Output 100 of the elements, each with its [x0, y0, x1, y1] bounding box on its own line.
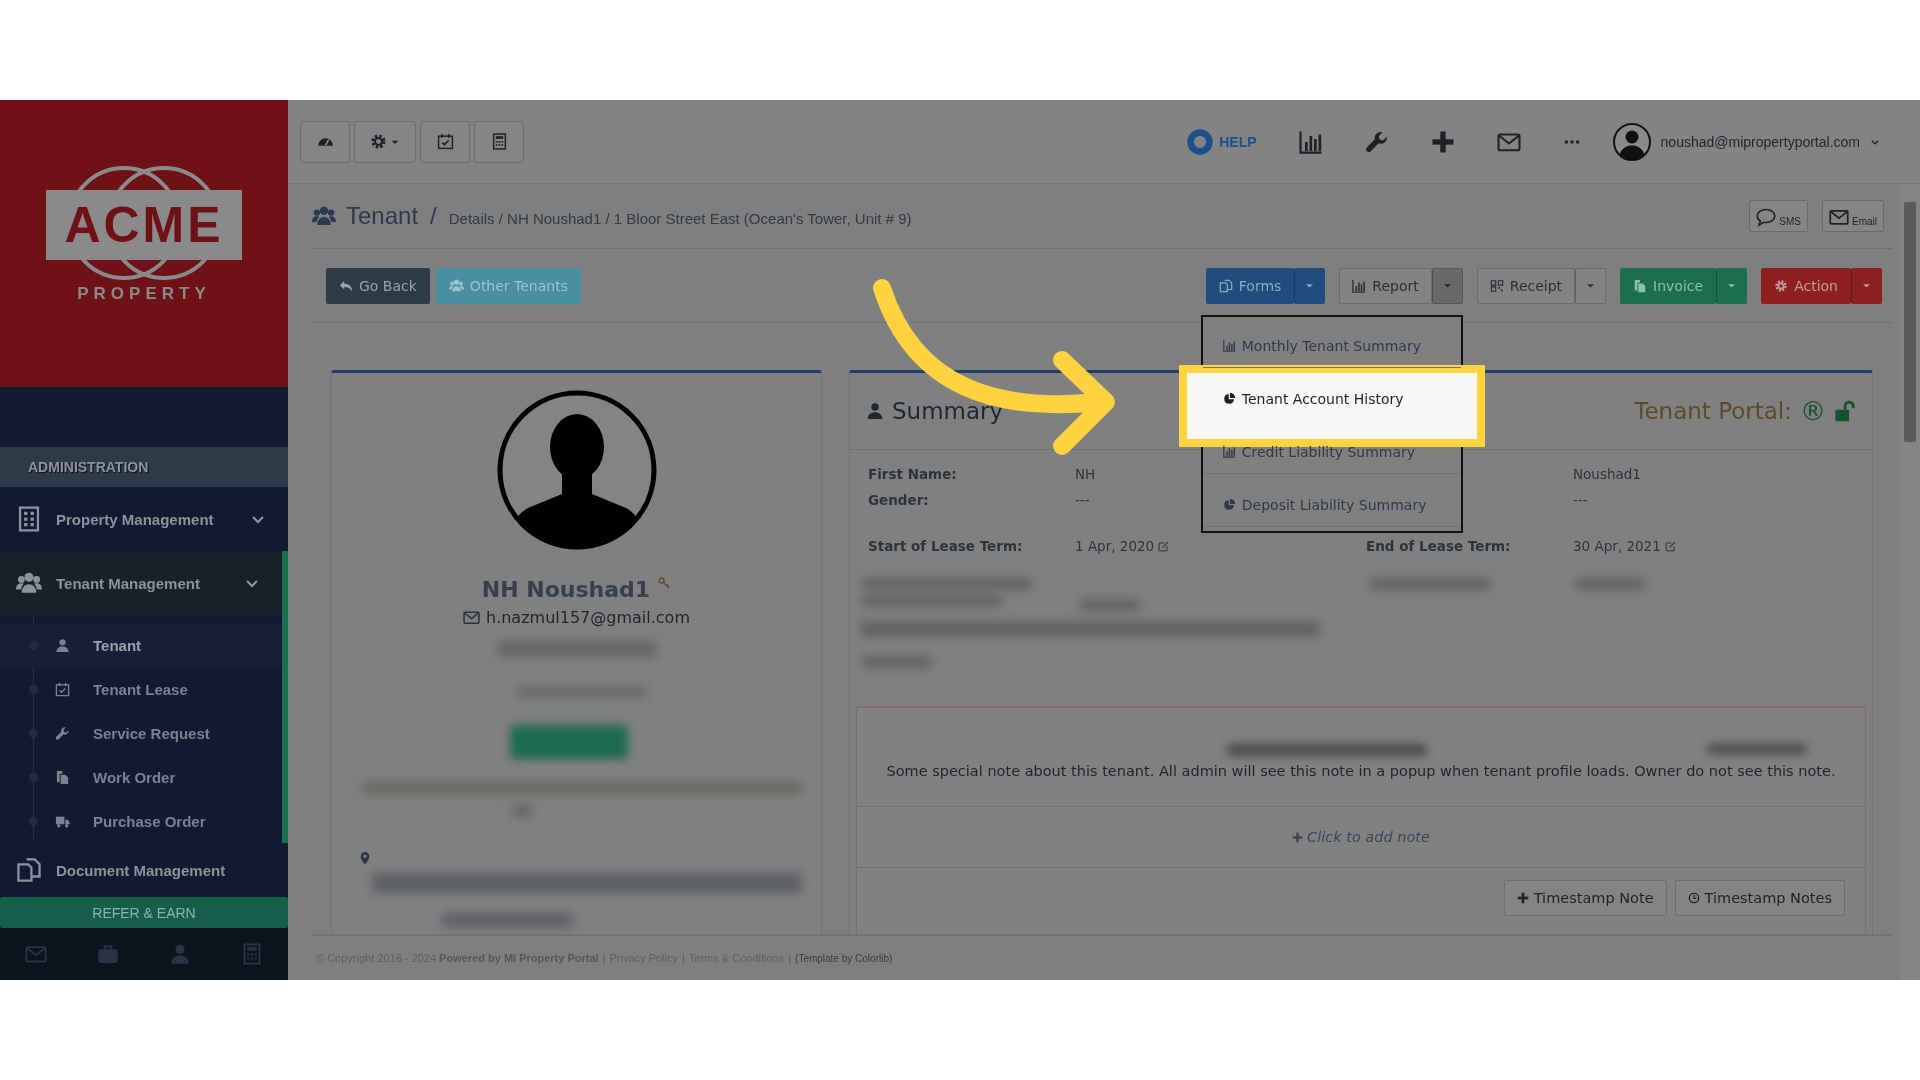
dropdown-button[interactable]: Forms [1205, 267, 1295, 304]
email-link[interactable]: h.nazmul157@gmail.com [486, 608, 690, 627]
tree-dot [29, 728, 38, 738]
date-value: 1 Apr, 2020 [1075, 538, 1155, 554]
sms-button[interactable]: SMS [1749, 200, 1808, 232]
calendar-icon [436, 133, 454, 150]
add-note-link[interactable]: Click to add note [1286, 828, 1436, 846]
settings-button[interactable] [354, 120, 416, 163]
users-icon [312, 204, 336, 228]
key-icon [658, 577, 672, 590]
note-text: Some special note about this tenant. All admin will see this note in a popup when tenant profile loads. Owner do not see this note. [885, 763, 1837, 779]
add-icon[interactable] [1430, 129, 1455, 154]
building-icon [16, 506, 42, 532]
timestamp-note-button[interactable]: Timestamp Note [1503, 880, 1667, 916]
user-icon [866, 402, 884, 420]
sidebar-item[interactable]: Document Management [0, 843, 288, 897]
page-title: Tenant [346, 202, 419, 230]
dropdown-toggle[interactable] [1431, 267, 1463, 304]
dropdown-button[interactable]: Invoice [1620, 267, 1717, 304]
calculator-button[interactable] [474, 120, 524, 163]
tree-dot [29, 816, 38, 826]
calendar-icon [55, 681, 70, 697]
field-label: End of Lease Term: [1366, 538, 1511, 554]
wrench-icon[interactable] [1364, 129, 1389, 154]
portal-label: Tenant Portal: [1634, 398, 1792, 424]
gear-icon [1774, 278, 1789, 293]
avatar-icon [1612, 122, 1651, 161]
bar-chart-icon[interactable] [1298, 129, 1323, 154]
logo-wordmark: ACME [46, 189, 242, 260]
users-icon [16, 570, 42, 596]
settings-icon [370, 133, 387, 150]
field-label: Start of Lease Term: [868, 538, 1023, 554]
edit-icon[interactable] [1664, 540, 1677, 552]
calendar-button[interactable] [420, 120, 470, 163]
lifebuoy-icon [1187, 128, 1214, 155]
pie-chart-icon [1222, 498, 1236, 511]
menu-item[interactable]: Tenant Account History [1202, 377, 1461, 421]
help-link[interactable]: HELP [1187, 128, 1257, 155]
wrench-icon [55, 725, 70, 741]
separator: | [602, 952, 606, 964]
refer-button[interactable]: REFER & EARN [0, 897, 288, 928]
breadcrumb-separator: / [430, 202, 437, 230]
field-value: --- [1573, 492, 1588, 508]
mail-icon [1829, 207, 1849, 227]
avatar-icon [495, 389, 658, 551]
file-icon [1633, 278, 1648, 293]
submenu-item[interactable]: Work Order [0, 755, 282, 799]
email-button[interactable]: Email [1822, 200, 1884, 232]
add-icon [1292, 831, 1304, 843]
users-icon [448, 278, 464, 293]
separator: | [788, 952, 792, 964]
field-value: NH [1075, 466, 1096, 482]
add-icon [1516, 892, 1529, 904]
submenu-item[interactable]: Purchase Order [0, 799, 282, 843]
tree-dot [29, 684, 38, 694]
bar-chart-icon [1222, 445, 1236, 458]
documents-icon [1218, 278, 1233, 293]
breadcrumb: Details / NH Noushad1 / 1 Bloor Street East (Ocean's Tower, Unit # 9) [448, 208, 912, 227]
unlock-icon [1834, 400, 1856, 422]
dashboard-button[interactable] [300, 120, 350, 163]
logo-tagline: PROPERTY [77, 283, 211, 304]
file-icon [55, 769, 70, 785]
edit-icon[interactable] [1158, 540, 1171, 552]
user-menu[interactable]: noushad@mipropertyportal.com [1612, 122, 1880, 161]
pie-chart-icon [1222, 392, 1236, 405]
menu-item[interactable]: Credit Liability Summary [1202, 430, 1461, 474]
bar-chart-icon [1222, 339, 1236, 352]
sidebar-item[interactable]: Property Management [0, 487, 288, 551]
menu-item[interactable]: Deposit Liability Summary [1202, 483, 1461, 527]
registered-mark: ® [1800, 396, 1826, 426]
user-icon [55, 637, 70, 653]
submenu-item[interactable]: Service Request [0, 711, 282, 755]
scrollbar[interactable] [1900, 184, 1920, 980]
clock-icon [1687, 892, 1700, 904]
section-header: ADMINISTRATION [0, 447, 288, 487]
scrollbar-thumb[interactable] [1904, 202, 1916, 442]
field-value: Noushad1 [1573, 466, 1641, 482]
separator: | [681, 952, 685, 964]
tenant-name: NH Noushad1 [481, 577, 651, 602]
card-title: Summary [892, 398, 1004, 424]
dropdown-button[interactable]: Action [1761, 267, 1851, 304]
timestamp-notes-button[interactable]: Timestamp Notes [1674, 880, 1845, 916]
calculator-icon [490, 133, 508, 150]
field-value: --- [1075, 492, 1090, 508]
submenu-item[interactable]: Tenant Lease [0, 667, 282, 711]
mail-icon [463, 609, 480, 626]
documents-icon [16, 857, 42, 883]
tree-dot [29, 772, 38, 782]
field-label: Gender: [868, 492, 929, 508]
receipt-icon [1489, 278, 1504, 293]
dropdown-toggle[interactable] [1575, 267, 1607, 304]
go-back-button[interactable]: Go Back [326, 267, 430, 304]
bar-chart-icon [1352, 278, 1367, 293]
submenu-item[interactable]: Tenant [0, 623, 282, 667]
speech-bubble-icon [1756, 207, 1777, 227]
field-label: First Name: [868, 466, 957, 482]
dropdown-button[interactable]: Receipt [1476, 267, 1576, 304]
sidebar-item[interactable]: Tenant Management [0, 551, 288, 615]
dropdown-button[interactable]: Report [1339, 267, 1432, 304]
credit-text: (Template by Colorlib) [795, 952, 893, 964]
